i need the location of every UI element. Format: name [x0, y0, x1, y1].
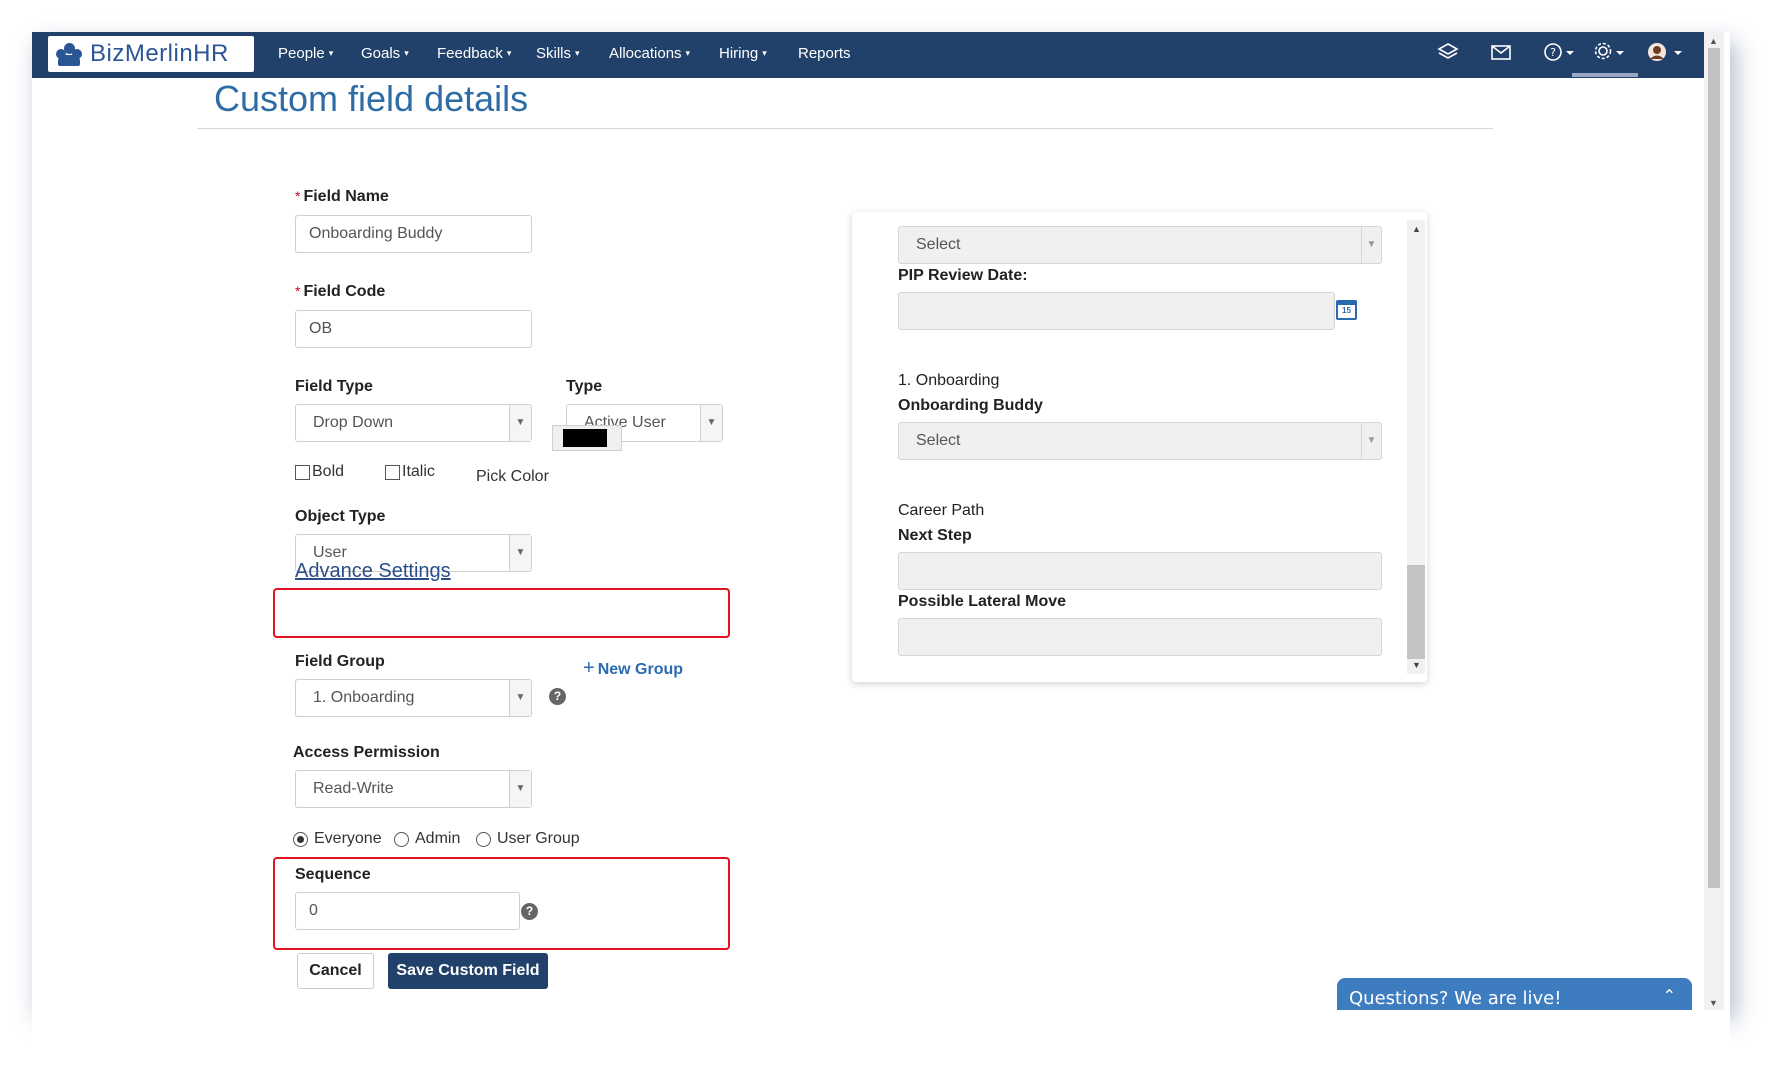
nav-feedback[interactable]: Feedback ▾ [437, 45, 511, 62]
access-permission-label: Access Permission [293, 744, 440, 761]
field-name-label: * Field Name [295, 188, 389, 205]
radio-admin[interactable]: Admin [394, 830, 460, 848]
page-title: Custom field details [214, 78, 529, 119]
chevron-down-icon: ▼ [1361, 423, 1381, 459]
bold-checkbox[interactable]: Bold [295, 463, 344, 481]
mail-icon[interactable] [1490, 41, 1512, 69]
preview-section-onboarding: 1. Onboarding [898, 372, 1000, 389]
scroll-up-arrow-icon[interactable]: ▲ [1412, 224, 1421, 234]
advance-settings-highlight [273, 588, 730, 638]
save-custom-field-button[interactable]: Save Custom Field [388, 953, 548, 989]
radio-dot [394, 831, 409, 847]
chevron-up-icon[interactable]: ⌃ [1663, 986, 1676, 1005]
checkbox-box [385, 464, 400, 480]
calendar-icon[interactable]: 15 [1336, 300, 1357, 320]
field-type-label: Field Type [295, 378, 373, 395]
advance-settings-link[interactable]: Advance Settings [295, 560, 451, 583]
page-bottom-margin [32, 1010, 1730, 1074]
color-picker-swatch[interactable] [552, 425, 622, 451]
title-divider [197, 128, 1493, 129]
sequence-input[interactable] [295, 892, 520, 930]
scroll-thumb[interactable] [1708, 48, 1720, 888]
nav-people[interactable]: People ▾ [278, 45, 333, 62]
sequence-label: Sequence [295, 866, 371, 883]
radio-user-group[interactable]: User Group [476, 830, 580, 848]
possible-lateral-move-input[interactable] [898, 618, 1382, 656]
sequence-help-icon[interactable]: ? [521, 903, 538, 920]
svg-text:?: ? [1550, 46, 1556, 59]
cancel-button[interactable]: Cancel [297, 953, 374, 989]
help-icon[interactable]: ? [1542, 41, 1578, 69]
scroll-up-arrow-icon[interactable]: ▲ [1709, 36, 1718, 46]
field-code-input[interactable] [295, 310, 532, 348]
chevron-down-icon: ▼ [700, 405, 722, 441]
top-navbar: BizMerlinHR People ▾ Goals ▾ Feedback ▾ Ski… [32, 32, 1704, 78]
scroll-down-arrow-icon[interactable]: ▼ [1412, 660, 1421, 670]
field-name-input[interactable] [295, 215, 532, 253]
nav-reports[interactable]: Reports [798, 45, 851, 62]
new-group-link[interactable]: + New Group [583, 657, 683, 680]
field-group-label: Field Group [295, 653, 385, 670]
field-code-label: * Field Code [295, 283, 386, 300]
radio-dot [476, 831, 491, 847]
preview-top-select[interactable]: Select ▼ [898, 226, 1382, 264]
chevron-down-icon: ▼ [509, 771, 531, 807]
radio-everyone[interactable]: Everyone [293, 830, 382, 848]
chevron-down-icon: ▼ [1361, 227, 1381, 263]
preview-section-career-path: Career Path [898, 502, 985, 519]
brand-logo[interactable]: BizMerlinHR [48, 36, 254, 72]
chevron-down-icon: ▼ [509, 405, 531, 441]
active-tab-indicator [1572, 73, 1638, 77]
preview-scrollbar[interactable]: ▲ ▼ [1407, 220, 1425, 674]
required-marker: * [295, 283, 301, 299]
next-step-label: Next Step [898, 527, 972, 544]
brand-name: BizMerlinHR [90, 40, 229, 67]
layers-icon[interactable] [1437, 41, 1459, 69]
form-preview-panel: Select ▼ PIP Review Date: 15 1. Onboardi… [852, 212, 1427, 682]
page-scrollbar[interactable]: ▲ ▼ [1704, 32, 1724, 1010]
chevron-down-icon: ▼ [509, 680, 531, 716]
access-permission-select[interactable]: Read-Write ▼ [295, 770, 532, 808]
nav-skills[interactable]: Skills ▾ [536, 45, 580, 62]
plus-icon: + [583, 657, 595, 679]
checkbox-box [295, 464, 310, 480]
nav-goals[interactable]: Goals ▾ [361, 45, 409, 62]
pick-color-label: Pick Color [476, 468, 549, 485]
next-step-input[interactable] [898, 552, 1382, 590]
required-marker: * [295, 188, 301, 204]
field-group-help-icon[interactable]: ? [549, 688, 566, 705]
radio-dot [293, 831, 308, 847]
pip-review-date-input[interactable] [898, 292, 1335, 330]
preview-scroll-thumb[interactable] [1407, 565, 1425, 659]
italic-checkbox[interactable]: Italic [385, 463, 435, 481]
nav-allocations[interactable]: Allocations ▾ [609, 45, 690, 62]
object-type-label: Object Type [295, 508, 386, 525]
onboarding-buddy-label: Onboarding Buddy [898, 397, 1043, 414]
scroll-down-arrow-icon[interactable]: ▼ [1709, 998, 1718, 1008]
chevron-down-icon: ▼ [509, 535, 531, 571]
nav-hiring[interactable]: Hiring ▾ [719, 45, 767, 62]
chat-text: Questions? We are live! [1349, 988, 1562, 1009]
gear-icon[interactable] [1592, 41, 1628, 69]
people-logo-icon [54, 41, 84, 67]
field-group-select[interactable]: 1. Onboarding ▼ [295, 679, 532, 717]
color-swatch-fill [563, 429, 607, 447]
avatar[interactable] [1646, 41, 1686, 69]
pip-review-date-label: PIP Review Date: [898, 267, 1028, 284]
type-label: Type [566, 378, 603, 395]
field-type-select[interactable]: Drop Down ▼ [295, 404, 532, 442]
onboarding-buddy-select[interactable]: Select ▼ [898, 422, 1382, 460]
possible-lateral-move-label: Possible Lateral Move [898, 593, 1067, 610]
